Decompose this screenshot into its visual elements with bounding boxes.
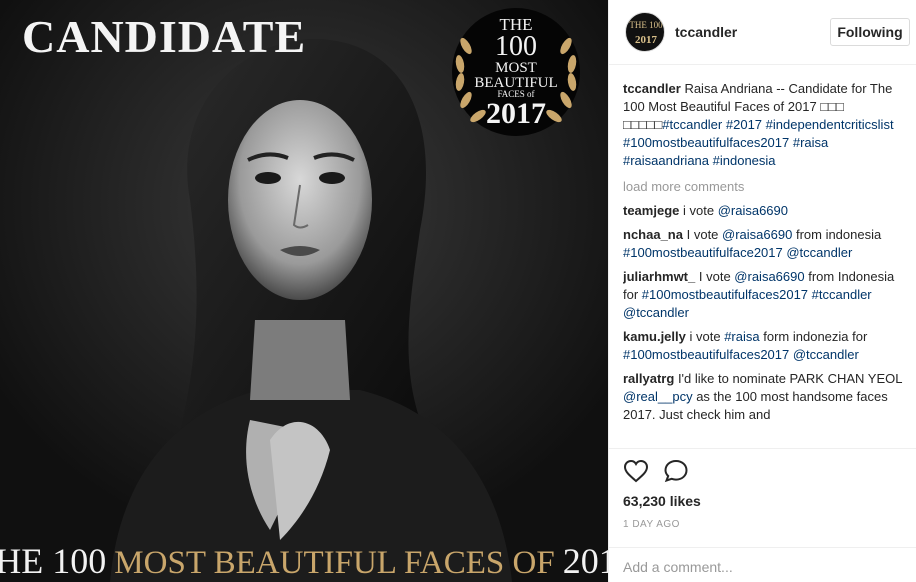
badge-line-year: 2017 xyxy=(486,97,546,130)
hashtag-link[interactable]: #100mostbeautifulfaces2017 xyxy=(623,347,789,362)
badge-line-100: 100 xyxy=(495,31,537,62)
hashtag-link[interactable]: #raisa xyxy=(793,135,828,150)
bottom-banner: THE 100 MOST BEAUTIFUL FACES OF 2017 xyxy=(0,540,608,582)
heart-icon[interactable] xyxy=(623,459,649,483)
comment-text: from indonesia xyxy=(795,227,882,242)
hashtag-link[interactable]: #raisaandriana xyxy=(623,153,709,168)
banner-part-1: THE 100 xyxy=(0,541,107,581)
badge-line-most: MOST xyxy=(495,60,537,76)
comment-author[interactable]: rallyatrg xyxy=(623,371,674,386)
banner-part-2: MOST BEAUTIFUL FACES OF xyxy=(114,545,555,581)
username-link[interactable]: tccandler xyxy=(675,24,737,40)
banner-part-3: 2017 xyxy=(562,541,608,581)
comment-text: I vote xyxy=(686,227,719,242)
hashtag-link[interactable]: #100mostbeautifulface2017 xyxy=(623,245,783,260)
comment-author[interactable]: kamu.jelly xyxy=(623,329,686,344)
comment-item: kamu.jelly i vote #raisa form indonezia … xyxy=(623,328,907,364)
award-badge: THE 100 MOST BEAUTIFUL FACES of 2017 xyxy=(448,6,584,138)
mention-link[interactable]: @raisa6690 xyxy=(718,203,788,218)
comment-text: I vote xyxy=(698,269,731,284)
post-sidebar: THE 100 2017 tccandler Following tccandl… xyxy=(608,0,916,582)
comment-author[interactable]: juliarhmwt_ xyxy=(623,269,695,284)
mention-link[interactable]: @tccandler xyxy=(793,347,859,362)
post-header: THE 100 2017 tccandler Following xyxy=(609,0,916,65)
comment-item: juliarhmwt_ I vote @raisa6690 from Indon… xyxy=(623,268,907,322)
comment-item: teamjege i vote @raisa6690 xyxy=(623,202,907,220)
caption: tccandler Raisa Andriana -- Candidate fo… xyxy=(623,80,907,170)
load-more-comments[interactable]: load more comments xyxy=(623,178,907,196)
comment-text: I'd like to nominate PARK CHAN YEOL xyxy=(677,371,902,386)
comment-icon[interactable] xyxy=(663,459,689,483)
add-comment-input[interactable] xyxy=(623,556,903,578)
likes-count[interactable]: 63,230 likes xyxy=(623,493,701,509)
mention-link[interactable]: @tccandler xyxy=(786,245,852,260)
comment-text: i vote xyxy=(683,203,715,218)
comment-author[interactable]: nchaa_na xyxy=(623,227,683,242)
mention-link[interactable]: @real__pcy xyxy=(623,389,693,404)
avatar[interactable]: THE 100 2017 xyxy=(625,12,665,52)
post-image[interactable]: CANDIDATE THE 100 MOST BEAUTIFUL FACES o… xyxy=(0,0,608,582)
hashtag-link[interactable]: #100mostbeautifulfaces2017 xyxy=(642,287,808,302)
post-timestamp: 1 DAY AGO xyxy=(623,519,680,530)
mention-link[interactable]: @raisa6690 xyxy=(734,269,804,284)
hashtag-link[interactable]: #tccandler xyxy=(662,117,722,132)
hashtag-link[interactable]: #2017 xyxy=(726,117,762,132)
comment-text: form indonezia for xyxy=(763,329,868,344)
candidate-label: CANDIDATE xyxy=(22,11,307,62)
hashtag-link[interactable]: #100mostbeautifulfaces2017 xyxy=(623,135,789,150)
hashtag-link[interactable]: #independentcriticslist xyxy=(766,117,894,132)
hashtag-link[interactable]: #raisa xyxy=(724,329,759,344)
following-button[interactable]: Following xyxy=(830,18,910,46)
comment-author[interactable]: teamjege xyxy=(623,203,679,218)
comments-list[interactable]: tccandler Raisa Andriana -- Candidate fo… xyxy=(623,80,907,452)
comment-item: nchaa_na I vote @raisa6690 from indonesi… xyxy=(623,226,907,262)
comment-text: i vote xyxy=(689,329,721,344)
hashtag-link[interactable]: #indonesia xyxy=(713,153,776,168)
caption-author[interactable]: tccandler xyxy=(623,81,681,96)
mention-link[interactable]: @raisa6690 xyxy=(722,227,792,242)
comment-item: rallyatrg I'd like to nominate PARK CHAN… xyxy=(623,370,907,424)
add-comment-bar xyxy=(609,547,916,582)
